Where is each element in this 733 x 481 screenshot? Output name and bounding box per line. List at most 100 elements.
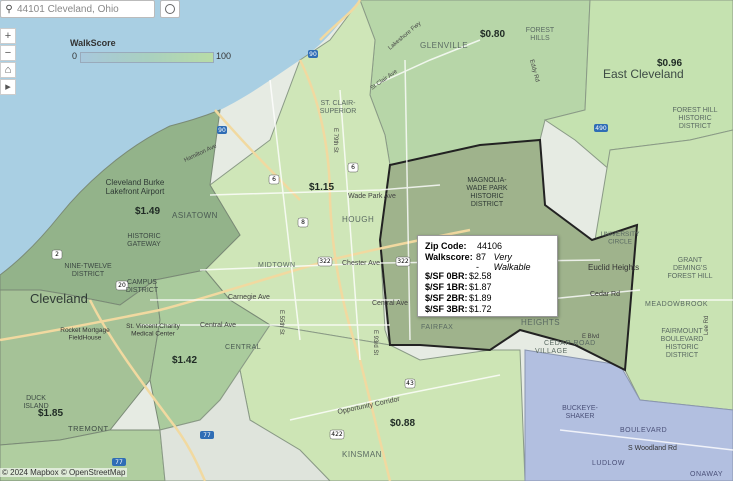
shield-i490: 490 [594, 124, 608, 132]
label-central: CENTRAL [225, 344, 261, 351]
label-central-ave-2: Central Ave [372, 300, 408, 307]
price-asiatown: $1.49 [135, 206, 160, 217]
svg-text:8: 8 [301, 219, 305, 226]
svg-text:77: 77 [203, 432, 211, 439]
label-buckeye-shaker: BUCKEYE-SHAKER [562, 405, 598, 420]
tooltip-0br-label: $/SF 0BR: [425, 271, 468, 281]
tooltip-2br-label: $/SF 2BR: [425, 293, 468, 303]
label-village: VILLAGE [535, 348, 568, 355]
shield-s6: 6 [347, 162, 359, 173]
label-tremont: TREMONT [68, 424, 109, 433]
tooltip-1br-label: $/SF 1BR: [425, 282, 468, 292]
label-lee-rd: Lee Rd [704, 316, 710, 335]
label-campus-district: CAMPUS DISTRICT [126, 279, 159, 294]
price-downtown: $1.85 [38, 408, 63, 419]
price-hough: $1.15 [309, 182, 334, 193]
map-controls: + − ⌂ ▸ [0, 28, 16, 96]
shield-i77-b: 77 [112, 458, 126, 466]
label-e79: E 79th St [332, 128, 338, 153]
expand-button[interactable]: ▸ [0, 79, 16, 95]
shield-us322-b: 322 [395, 256, 411, 267]
label-kinsman: KINSMAN [342, 450, 382, 459]
shield-us2: 2 [51, 249, 63, 260]
svg-text:322: 322 [319, 258, 331, 265]
tooltip-walk-value: 87 - [475, 252, 486, 272]
search-input[interactable] [17, 3, 147, 15]
svg-text:422: 422 [331, 431, 343, 438]
tooltip-3br-label: $/SF 3BR: [425, 304, 468, 314]
label-forest-hill-district: FOREST HILL HISTORIC DISTRICT [673, 107, 718, 130]
svg-text:322: 322 [397, 258, 409, 265]
search-box[interactable]: ⚲ [0, 0, 155, 18]
label-st-clair-superior: ST. CLAIR-SUPERIOR [320, 100, 357, 115]
price-kinsman: $0.88 [390, 418, 415, 429]
label-euclid-heights: Euclid Heights [588, 263, 639, 272]
svg-text:77: 77 [115, 459, 123, 466]
tooltip-3br-value: $1.72 [469, 304, 492, 314]
search-icon[interactable]: ⚲ [1, 4, 17, 15]
shield-s43: 43 [404, 378, 416, 389]
label-fairfax: FAIRFAX [421, 324, 453, 331]
tooltip-walk-label: Walkscore: [425, 252, 473, 262]
label-e55: E 55th St [278, 310, 284, 335]
svg-text:2: 2 [55, 251, 59, 258]
crosshair-icon [165, 4, 175, 14]
price-glenville: $0.80 [480, 29, 505, 40]
shield-us6: 6 [268, 174, 280, 185]
svg-text:20: 20 [118, 282, 126, 289]
label-chester: Chester Ave [342, 260, 380, 267]
zip-tooltip: Zip Code: 44106 Walkscore: 87 - Very Walka… [417, 235, 558, 317]
svg-text:43: 43 [406, 380, 414, 387]
tooltip-walk-desc: Very Walkable [493, 252, 531, 272]
zoom-in-button[interactable]: + [0, 28, 16, 44]
label-wade-park: Wade Park Ave [348, 193, 396, 200]
svg-text:490: 490 [595, 125, 607, 132]
label-cedar-road: CEDAR ROAD [544, 340, 596, 347]
label-ludlow: LUDLOW [592, 460, 625, 467]
home-button[interactable]: ⌂ [0, 62, 16, 78]
svg-text:90: 90 [309, 51, 317, 58]
label-onaway: ONAWAY [690, 471, 723, 478]
tooltip-0br-value: $2.58 [469, 271, 492, 281]
label-central-ave: Central Ave [200, 322, 236, 329]
label-cleveland: Cleveland [30, 291, 88, 306]
shield-s422: 422 [329, 429, 345, 440]
legend-color-bar [80, 52, 214, 63]
label-midtown: MIDTOWN [258, 262, 296, 269]
zoom-out-button[interactable]: − [0, 45, 16, 61]
label-e93: E 93rd St [372, 330, 378, 355]
shield-s8: 8 [297, 217, 309, 228]
walkscore-legend: WalkScore 0 100 [70, 38, 235, 63]
label-glenville: GLENVILLE [420, 41, 468, 50]
label-carnegie: Carnegie Ave [228, 294, 270, 301]
svg-text:90: 90 [218, 127, 226, 134]
tooltip-zip-label: Zip Code: [425, 241, 467, 251]
price-east-cleveland: $0.96 [657, 58, 682, 69]
shield-us322: 322 [317, 256, 333, 267]
tooltip-2br-value: $1.89 [469, 293, 492, 303]
tooltip-zip-value: 44106 [477, 241, 503, 251]
label-burke-airport: Cleveland Burke Lakefront Airport [106, 178, 165, 196]
label-meadowbrook: MEADOWBROOK [645, 301, 708, 308]
tooltip-1br-value: $1.87 [469, 282, 492, 292]
label-historic-gateway: HISTORIC GATEWAY [127, 233, 161, 248]
legend-title: WalkScore [70, 38, 116, 48]
label-magnolia: MAGNOLIA-WADE PARK HISTORIC DISTRICT [466, 177, 508, 208]
legend-max: 100 [216, 51, 232, 61]
map-canvas[interactable]: 90 90 6 6 322 322 490 77 77 2 20 422 43 … [0, 0, 733, 481]
svg-text:6: 6 [351, 164, 355, 171]
label-s-woodland: S Woodland Rd [628, 445, 677, 452]
label-hough: HOUGH [342, 215, 374, 224]
legend-min: 0 [72, 51, 78, 61]
svg-text:6: 6 [272, 176, 276, 183]
shield-i90-north: 90 [308, 50, 318, 58]
label-st-vincent: St. Vincent Charity Medical Center [126, 323, 180, 337]
shield-i77: 77 [200, 431, 214, 439]
label-boulevard: BOULEVARD [620, 427, 667, 434]
price-central: $1.42 [172, 355, 197, 366]
map-attribution[interactable]: © 2024 Mapbox © OpenStreetMap [0, 468, 128, 477]
label-east-cleveland: East Cleveland [603, 67, 684, 81]
shield-i90: 90 [217, 126, 227, 134]
locate-button[interactable] [160, 0, 180, 18]
label-heights: HEIGHTS [521, 318, 560, 327]
